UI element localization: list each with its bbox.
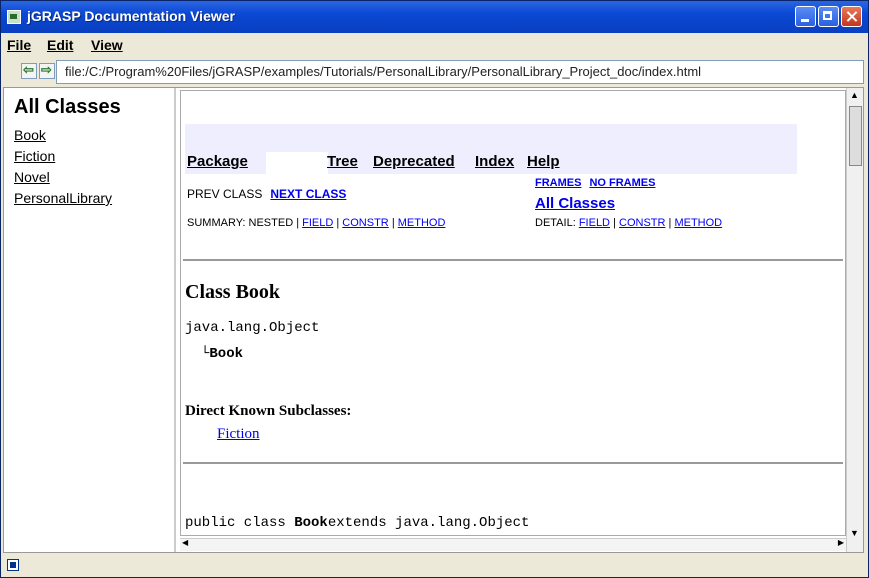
menu-view[interactable]: View [91,37,123,53]
no-frames-link[interactable]: NO FRAMES [589,177,655,189]
doc-content: All Classes Book Fiction Novel PersonalL… [3,87,864,553]
back-arrow-icon: ⇦ [23,62,34,77]
app-window: jGRASP Documentation Viewer File Edit Vi… [0,0,869,578]
menu-bar: File Edit View [1,34,868,56]
decl-prefix: public class [185,515,295,531]
forward-arrow-icon: ⇨ [41,62,52,77]
scroll-left-icon[interactable]: ◀ [182,538,188,547]
tab-help[interactable]: Help [527,153,560,170]
prev-next-row: PREV CLASS NEXT CLASS [187,187,346,201]
summary-sep-1: | [336,217,340,229]
class-link-personallibrary[interactable]: PersonalLibrary [14,188,174,209]
tab-tree[interactable]: Tree [327,153,358,170]
maximize-button[interactable] [818,6,839,27]
all-classes-link[interactable]: All Classes [535,195,615,212]
menu-edit-label: Edit [47,37,74,53]
class-declaration: public class Bookextends java.lang.Objec… [185,515,529,531]
back-button[interactable]: ⇦ [21,62,37,79]
tab-index[interactable]: Index [475,153,514,170]
address-field[interactable]: file:/C:/Program%20Files/jGRASP/examples… [56,60,864,84]
scroll-thumb[interactable] [849,106,862,166]
scroll-up-icon[interactable]: ▲ [849,90,860,101]
detail-method-link[interactable]: METHOD [674,217,722,229]
summary-field-link[interactable]: FIELD [302,217,333,229]
app-icon [7,10,21,24]
minimize-button[interactable] [795,6,816,27]
decl-class: Book [294,515,328,531]
class-title: Class Book [185,281,281,303]
frames-link[interactable]: FRAMES [535,177,581,189]
class-link-novel[interactable]: Novel [14,167,174,188]
class-doc-frame: Package Tree Deprecated Index Help PREV … [180,90,846,536]
summary-row: SUMMARY: NESTED | FIELD | CONSTR | METHO… [187,217,445,229]
prev-class-label: PREV CLASS [187,187,263,201]
title-bar[interactable]: jGRASP Documentation Viewer [1,1,868,33]
inheritance-root: java.lang.Object [185,320,320,336]
close-button[interactable] [841,6,862,27]
class-link-book[interactable]: Book [14,125,174,146]
summary-method-link[interactable]: METHOD [398,217,446,229]
tab-deprecated[interactable]: Deprecated [373,153,455,170]
direct-known-subclasses-heading: Direct Known Subclasses: [185,403,352,419]
menu-view-label: View [91,37,123,53]
frames-row: FRAMES NO FRAMES [535,177,663,189]
window-title: jGRASP Documentation Viewer [27,8,235,24]
menu-file-label: File [7,37,32,53]
scroll-down-icon[interactable]: ▼ [849,528,860,539]
address-bar: ⇦ ⇨ file:/C:/Program%20Files/jGRASP/exam… [1,57,868,87]
horizontal-scrollbar[interactable]: ◀ ▶ [180,538,846,551]
status-icon [7,559,19,571]
tab-package[interactable]: Package [187,153,248,170]
subclass-link-fiction[interactable]: Fiction [217,426,260,443]
status-bar [1,554,868,577]
vertical-scrollbar[interactable]: ▲ ▼ [846,88,863,552]
detail-field-link[interactable]: FIELD [579,217,610,229]
divider [183,462,843,464]
forward-button[interactable]: ⇨ [39,62,55,79]
detail-row: DETAIL: FIELD | CONSTR | METHOD [535,217,722,229]
all-classes-heading: All Classes [14,96,121,118]
detail-label: DETAIL: [535,217,576,229]
detail-constr-link[interactable]: CONSTR [619,217,665,229]
class-list-frame: All Classes Book Fiction Novel PersonalL… [4,88,176,552]
divider [183,259,843,261]
inherit-class: Book [209,346,244,362]
nav-gap [266,152,328,174]
menu-edit[interactable]: Edit [47,37,73,53]
summary-sep-2: | [391,217,395,229]
menu-file[interactable]: File [7,37,31,53]
inheritance-child: └Book [201,346,243,362]
detail-sep-1: | [613,217,616,229]
detail-sep-2: | [668,217,672,229]
next-class-link[interactable]: NEXT CLASS [270,187,346,201]
decl-suffix: extends java.lang.Object [327,515,530,531]
class-link-fiction[interactable]: Fiction [14,146,174,167]
scroll-right-icon[interactable]: ▶ [838,538,844,547]
summary-constr-link[interactable]: CONSTR [342,217,388,229]
summary-label: SUMMARY: NESTED | [187,217,300,229]
